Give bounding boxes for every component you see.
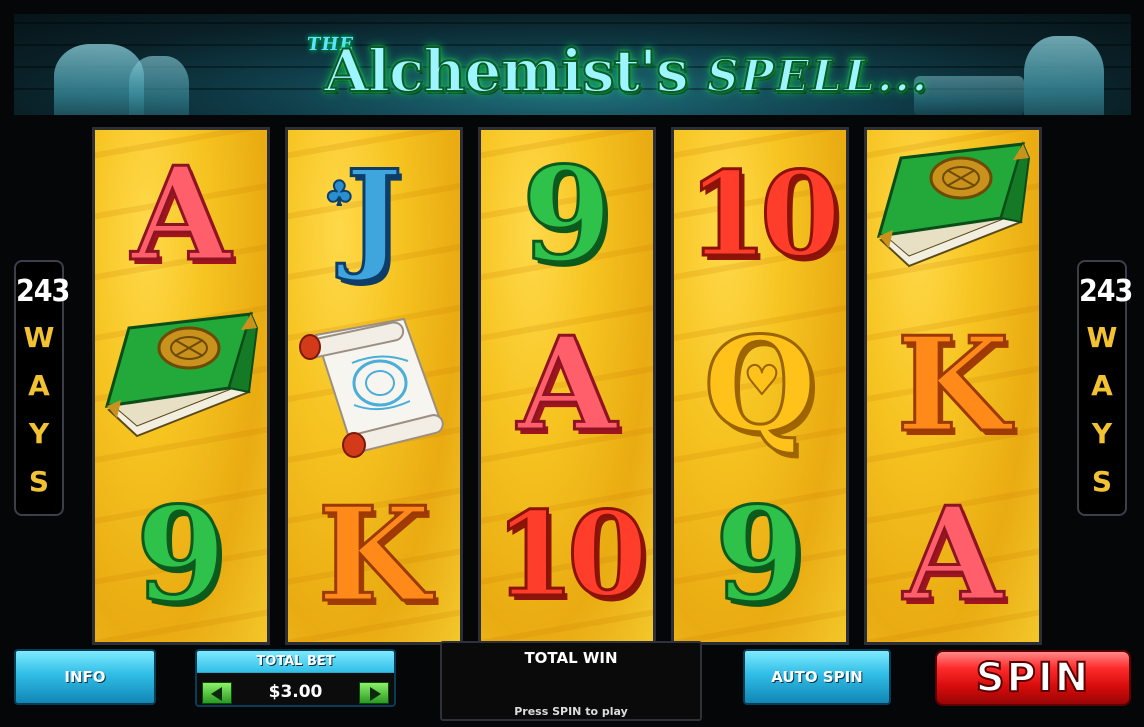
ways-letter: Y [1091, 417, 1113, 450]
jar-decoration [1024, 36, 1104, 115]
ways-letter: W [23, 321, 55, 354]
jar-decoration [914, 76, 1024, 115]
ways-panel-right: 243 W A Y S [1077, 260, 1133, 516]
symbol-10: 10 [686, 147, 842, 283]
decrease-bet-button[interactable] [202, 682, 232, 704]
arrow-right-icon [370, 687, 381, 701]
info-button[interactable]: INFO [14, 649, 156, 705]
book-icon [867, 130, 1039, 300]
reel-2: J ♣ K [285, 127, 463, 645]
ways-letter: A [28, 369, 50, 402]
ways-letter: W [1086, 321, 1118, 354]
symbol-k: K [895, 308, 1011, 461]
increase-bet-button[interactable] [359, 682, 389, 704]
game-header: THE Alchemist's SPELL... [14, 14, 1131, 115]
ways-number: 243 [16, 274, 70, 309]
book-icon [95, 300, 267, 470]
ways-letter: S [28, 465, 50, 498]
symbol-10: 10 [493, 487, 649, 623]
symbol-9: 9 [134, 478, 227, 631]
ways-letter: A [1091, 369, 1113, 402]
reel-area: A 9 J ♣ K 9 A 10 10 Q ♥ 9 K A [92, 127, 1052, 645]
symbol-a: A [902, 480, 1004, 630]
total-bet-label: TOTAL BET [256, 654, 335, 669]
symbol-j: J [344, 144, 404, 285]
ways-panel-left: 243 W A Y S [14, 260, 70, 516]
symbol-9: 9 [520, 138, 613, 291]
game-title-main: Alchemist's [323, 37, 690, 105]
arrow-left-icon [211, 687, 222, 701]
scroll-icon [288, 300, 460, 470]
auto-spin-button[interactable]: AUTO SPIN [743, 649, 891, 705]
reel-5: K A [864, 127, 1042, 645]
game-screen: THE Alchemist's SPELL... 243 W A Y S 243… [0, 0, 1144, 727]
total-win-label: TOTAL WIN [524, 649, 618, 667]
game-title: Alchemist's SPELL... [323, 41, 930, 102]
symbol-a: A [130, 140, 232, 290]
control-bar: INFO TOTAL BET $3.00 TOTAL WIN Press SPI… [0, 641, 1144, 727]
symbol-k: K [316, 478, 432, 631]
heart-icon: ♥ [743, 357, 781, 405]
reel-1: A 9 [92, 127, 270, 645]
total-bet-value: $3.00 [268, 682, 323, 702]
ways-number: 243 [1079, 274, 1133, 309]
symbol-a: A [516, 310, 618, 460]
reel-4: 10 Q ♥ 9 [671, 127, 849, 645]
symbol-9: 9 [713, 478, 806, 631]
game-title-suffix: SPELL... [706, 51, 930, 102]
jar-decoration [129, 56, 189, 115]
club-icon: ♣ [323, 173, 356, 215]
total-win-message: Press SPIN to play [514, 705, 628, 718]
reel-3: 9 A 10 [478, 127, 656, 645]
total-win-panel: TOTAL WIN Press SPIN to play [440, 641, 702, 721]
ways-letter: S [1091, 465, 1113, 498]
ways-letter: Y [28, 417, 50, 450]
total-bet-panel: TOTAL BET $3.00 [195, 649, 396, 707]
spin-button[interactable]: SPIN [935, 650, 1131, 706]
